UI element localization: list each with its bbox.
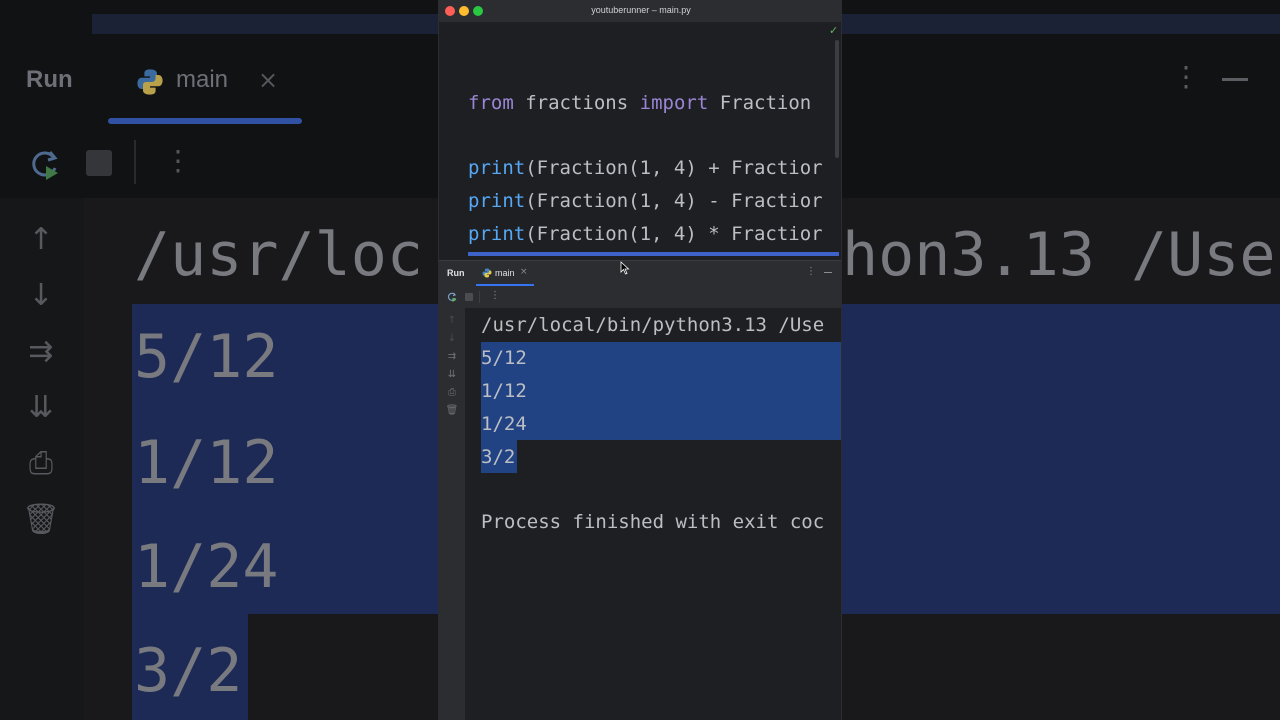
toolbar-more-icon[interactable]: ⋮ (490, 290, 500, 301)
code-args: (Fraction(1, 4) - Fractior (525, 190, 823, 212)
background-minimize-icon (1222, 78, 1248, 81)
output-line-2: 1/12 (481, 380, 527, 402)
tab-main[interactable]: main (495, 268, 515, 278)
run-tool-header: Run main × ⋮ (439, 260, 841, 286)
background-rerun-icon (32, 151, 58, 180)
function-print: print (468, 190, 526, 212)
window-title: youtuberunner – main.py (591, 5, 691, 15)
code-args: (Fraction(1, 4) * Fractior (525, 223, 823, 245)
background-print-icon: ⎙ (29, 446, 53, 481)
tab-close-icon[interactable]: × (520, 267, 528, 277)
background-trash-icon: 🗑 (22, 502, 61, 537)
background-sidebar: ↑ ↓ ⇉ ⇊ ⎙ 🗑 (0, 198, 84, 720)
background-soft-wrap-icon: ⇉ (28, 334, 54, 369)
scroll-to-end-icon[interactable]: ⇊ (445, 368, 459, 382)
code-line-sub: print(Fraction(1, 4) - Fractior (468, 190, 823, 212)
code-line-mul: print(Fraction(1, 4) * Fractior (468, 223, 823, 245)
soft-wrap-icon[interactable]: ⇉ (445, 350, 459, 364)
title-bar: youtuberunner – main.py (439, 0, 841, 22)
background-tab-main: main (176, 66, 229, 93)
up-arrow-icon[interactable]: ↑ (445, 314, 459, 328)
background-up-arrow-icon: ↑ (28, 222, 54, 257)
keyword-from: from (468, 92, 514, 114)
run-options-icon[interactable]: ⋮ (806, 266, 816, 277)
run-minimize-icon[interactable] (824, 272, 832, 273)
background-tab-underline (108, 118, 302, 124)
background-tab-close: × (258, 66, 279, 94)
console-output[interactable]: /usr/local/bin/python3.13 /Use 5/12 1/12… (465, 308, 841, 720)
module-name: fractions (525, 92, 629, 114)
code-editor[interactable]: ✓ from fractions import Fraction print(F… (439, 22, 841, 260)
console-sidebar: ↑ ↓ ⇉ ⇊ ⎙ 🗑 (439, 308, 465, 720)
keyword-import: import (639, 92, 709, 114)
rerun-icon[interactable] (447, 292, 457, 302)
background-scroll-to-end-icon: ⇊ (28, 390, 54, 425)
function-print: print (468, 223, 526, 245)
stop-icon[interactable] (465, 293, 473, 301)
background-toolbar-kebab-icon: ⋮ (164, 144, 192, 177)
python-icon (482, 268, 492, 278)
run-tool-title: Run (447, 268, 465, 278)
background-run-label: Run (26, 66, 73, 93)
background-python-icon (137, 69, 163, 95)
mouse-pointer-icon (620, 261, 630, 275)
output-line-3: 1/24 (481, 413, 527, 435)
code-line-import: from fractions import Fraction (468, 92, 811, 114)
toolbar-separator (479, 291, 480, 303)
background-divider (134, 140, 136, 184)
background-output-3: 1/24 (134, 532, 279, 602)
run-toolbar: ⋮ (439, 286, 841, 308)
editor-scrollbar[interactable] (835, 40, 839, 158)
background-output-1: 5/12 (134, 322, 279, 392)
background-output-2: 1/12 (134, 428, 279, 498)
background-command-right: hon3.13 /Use (842, 220, 1276, 290)
class-name: Fraction (719, 92, 812, 114)
process-exit-message: Process finished with exit coc (481, 511, 825, 533)
trash-icon[interactable]: 🗑 (445, 404, 459, 418)
background-down-arrow-icon: ↓ (28, 278, 54, 313)
output-line-4: 3/2 (481, 446, 516, 468)
background-kebab-icon: ⋮ (1172, 60, 1200, 93)
background-stop-icon (86, 150, 112, 176)
print-icon[interactable]: ⎙ (445, 386, 459, 400)
background-command-left: /usr/loc (134, 220, 423, 290)
editor-selection-edge (468, 252, 839, 256)
function-print: print (468, 157, 526, 179)
console-command: /usr/local/bin/python3.13 /Use (481, 314, 825, 336)
ide-window: youtuberunner – main.py ✓ from fractions… (438, 0, 842, 720)
code-line-add: print(Fraction(1, 4) + Fractior (468, 157, 823, 179)
down-arrow-icon[interactable]: ↓ (445, 332, 459, 346)
background-output-4: 3/2 (134, 636, 243, 706)
check-icon[interactable]: ✓ (829, 24, 838, 37)
output-selection (481, 342, 841, 440)
code-args: (Fraction(1, 4) + Fractior (525, 157, 823, 179)
output-line-1: 5/12 (481, 347, 527, 369)
